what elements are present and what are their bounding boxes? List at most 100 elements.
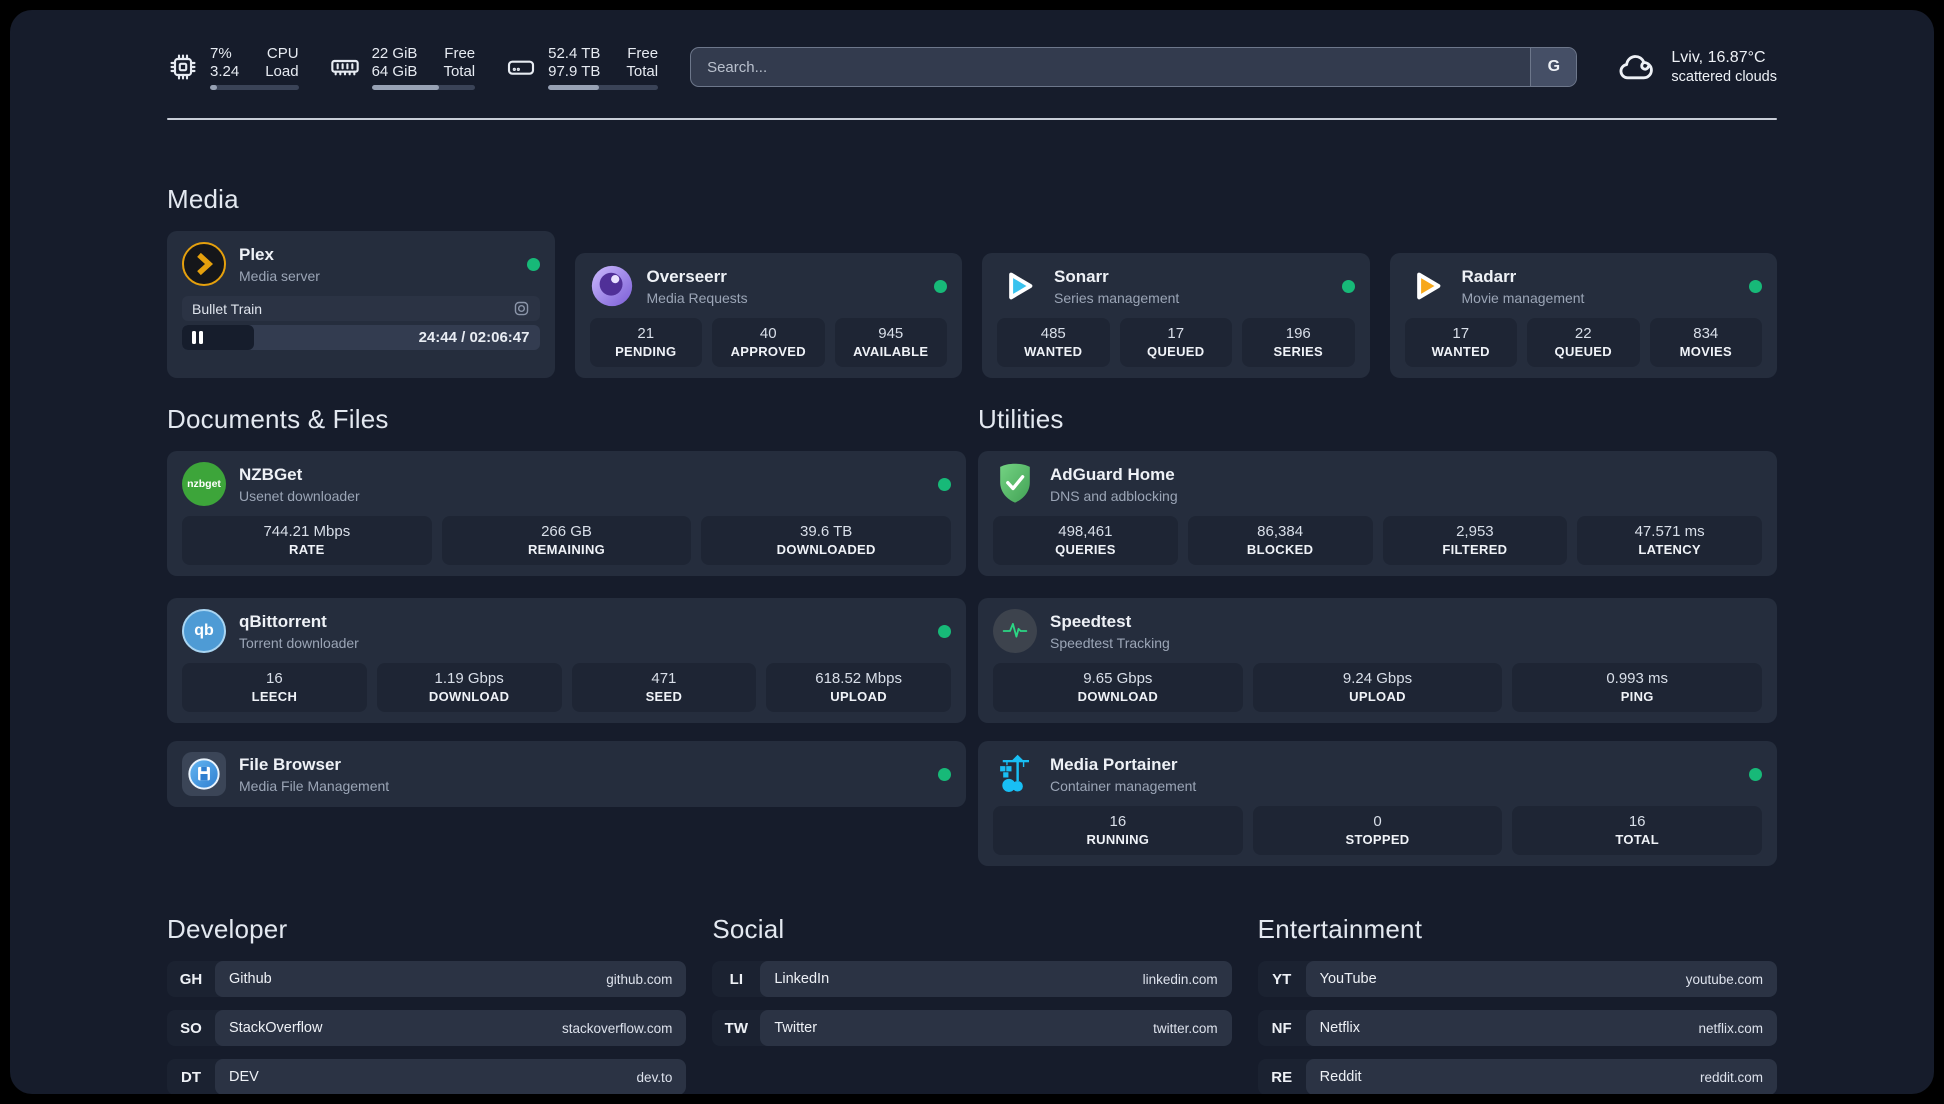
app-name: Sonarr	[1054, 266, 1109, 286]
search-input[interactable]	[691, 48, 1531, 86]
documents-section: Documents & Files nzbget NZBGet Usenet d…	[167, 378, 966, 866]
memory-total-label: Total	[443, 62, 476, 80]
portainer-icon	[993, 752, 1037, 796]
memory-stat: 22 GiB Free 64 GiB Total	[329, 45, 476, 90]
status-online-dot	[1749, 279, 1762, 293]
utilities-section: Utilities AdGuard Home DNS and adblockin…	[978, 378, 1777, 866]
adguard-card[interactable]: AdGuard Home DNS and adblocking 498,461 Q…	[978, 451, 1777, 576]
app-subtitle: Media File Management	[239, 777, 390, 794]
portainer-card[interactable]: Media Portainer Container management 16 R…	[978, 741, 1777, 866]
status-online-dot	[934, 279, 947, 293]
search-engine-button[interactable]: G	[1530, 48, 1577, 86]
stat-running: 16 RUNNING	[993, 806, 1243, 855]
utilities-section-title: Utilities	[978, 404, 1064, 434]
bookmark-name: DEV	[229, 1069, 259, 1085]
plex-icon	[182, 242, 226, 286]
app-name: Overseerr	[646, 266, 727, 286]
bookmark-name: Netflix	[1319, 1020, 1360, 1036]
bookmark-name: LinkedIn	[774, 971, 830, 987]
weather-location-temp: Lviv, 16.87°C	[1671, 49, 1766, 66]
bookmark-reddit[interactable]: RE Reddit reddit.com	[1257, 1059, 1777, 1094]
bookmark-url: stackoverflow.com	[562, 1020, 673, 1036]
status-online-dot	[938, 477, 951, 491]
stat-downloaded: 39.6 TB DOWNLOADED	[701, 516, 952, 565]
bookmark-name: StackOverflow	[229, 1020, 323, 1036]
overseerr-card[interactable]: Overseerr Media Requests 21 PENDING 40 APP…	[574, 253, 962, 378]
pause-icon[interactable]	[192, 331, 203, 344]
filebrowser-card[interactable]: File Browser Media File Management	[167, 741, 966, 807]
top-bar: 7% CPU 3.24 Load 22 GiB Free 64 GiB Tota…	[167, 40, 1777, 94]
app-name: Speedtest	[1050, 611, 1132, 631]
bookmark-twitter[interactable]: TW Twitter twitter.com	[712, 1010, 1232, 1046]
hard-drive-icon	[508, 60, 535, 75]
app-name: NZBGet	[239, 464, 303, 484]
bookmark-abbr: RE	[1271, 1068, 1293, 1086]
app-name: File Browser	[239, 754, 342, 774]
memory-progress-bar	[371, 84, 476, 90]
app-subtitle: Torrent downloader	[239, 634, 359, 651]
status-online-dot	[526, 257, 540, 271]
app-name: Plex	[239, 244, 274, 264]
system-stats: 7% CPU 3.24 Load 22 GiB Free 64 GiB Tota…	[167, 44, 659, 90]
stat-queries: 498,461 QUERIES	[993, 516, 1178, 565]
cpu-load-label: Load	[265, 62, 299, 80]
cpu-usage-label: CPU	[266, 44, 299, 62]
nzbget-card[interactable]: nzbget NZBGet Usenet downloader 744.21 M…	[167, 451, 966, 576]
sonarr-icon	[997, 264, 1041, 308]
stat-filtered: 2,953 FILTERED	[1382, 516, 1568, 565]
storage-free-label: Free	[627, 44, 659, 62]
adguard-icon	[993, 462, 1037, 506]
bookmark-url: github.com	[606, 971, 673, 987]
stat-upload: 9.24 Gbps UPLOAD	[1252, 663, 1503, 712]
bookmark-netflix[interactable]: NF Netflix netflix.com	[1257, 1010, 1777, 1046]
speedtest-card[interactable]: Speedtest Speedtest Tracking 9.65 Gbps DO…	[978, 598, 1777, 723]
search-bar: G	[690, 47, 1578, 87]
qbittorrent-icon: qb	[182, 609, 226, 653]
bookmark-name: Twitter	[774, 1020, 818, 1036]
qbittorrent-card[interactable]: qb qBittorrent Torrent downloader 16 LEEC…	[167, 598, 966, 723]
bookmark-abbr: GH	[179, 970, 203, 988]
bookmark-github[interactable]: GH Github github.com	[167, 961, 687, 997]
bookmark-url: youtube.com	[1685, 971, 1763, 987]
storage-stat: 52.4 TB Free 97.9 TB Total	[505, 44, 659, 90]
storage-progress-bar	[548, 84, 659, 90]
memory-free-value: 22 GiB	[371, 44, 418, 62]
header-divider	[167, 118, 1777, 120]
stat-download: 1.19 Gbps DOWNLOAD	[376, 663, 562, 712]
app-subtitle: DNS and adblocking	[1050, 487, 1178, 504]
app-subtitle: Media server	[239, 267, 320, 284]
bookmarks-section: Developer GH Github github.com SO StackOv…	[167, 914, 1777, 1094]
bookmark-name: Reddit	[1319, 1069, 1362, 1085]
bookmark-abbr: NF	[1271, 1019, 1292, 1037]
app-subtitle: Series management	[1054, 289, 1180, 306]
cpu-load-value: 3.24	[210, 62, 240, 80]
bookmark-linkedin[interactable]: LI LinkedIn linkedin.com	[712, 961, 1232, 997]
app-name: Media Portainer	[1050, 754, 1178, 774]
documents-section-title: Documents & Files	[167, 404, 389, 434]
stat-available: 945 AVAILABLE	[834, 318, 947, 367]
overseerr-icon	[590, 264, 634, 308]
stat-pending: 21 PENDING	[589, 318, 702, 367]
status-online-dot	[938, 624, 951, 638]
app-subtitle: Speedtest Tracking	[1050, 634, 1170, 651]
bookmark-youtube[interactable]: YT YouTube youtube.com	[1257, 961, 1777, 997]
sonarr-card[interactable]: Sonarr Series management 485 WANTED 17 QUE…	[982, 253, 1370, 378]
stat-stopped: 0 STOPPED	[1252, 806, 1503, 855]
bookmark-url: dev.to	[636, 1069, 673, 1085]
bookmark-url: twitter.com	[1153, 1020, 1218, 1036]
plex-card[interactable]: Plex Media server Bullet Train 24:44 / 0…	[167, 231, 555, 378]
stat-movies: 834 MOVIES	[1649, 318, 1762, 367]
playback-progress-bar[interactable]: 24:44 / 02:06:47	[182, 325, 540, 350]
bookmark-abbr: TW	[724, 1019, 748, 1037]
stat-wanted: 485 WANTED	[997, 318, 1110, 367]
stat-leech: 16 LEECH	[182, 663, 367, 712]
weather-condition: scattered clouds	[1671, 69, 1777, 85]
bookmark-dev[interactable]: DT DEV dev.to	[167, 1059, 687, 1094]
storage-total-value: 97.9 TB	[548, 62, 601, 80]
stat-wanted: 17 WANTED	[1404, 318, 1517, 367]
radarr-card[interactable]: Radarr Movie management 17 WANTED 22 QUEUE…	[1389, 253, 1777, 378]
bookmark-url: linkedin.com	[1142, 971, 1218, 987]
bookmark-stackoverflow[interactable]: SO StackOverflow stackoverflow.com	[167, 1010, 687, 1046]
app-subtitle: Container management	[1050, 777, 1197, 794]
cpu-stat: 7% CPU 3.24 Load	[167, 45, 299, 90]
